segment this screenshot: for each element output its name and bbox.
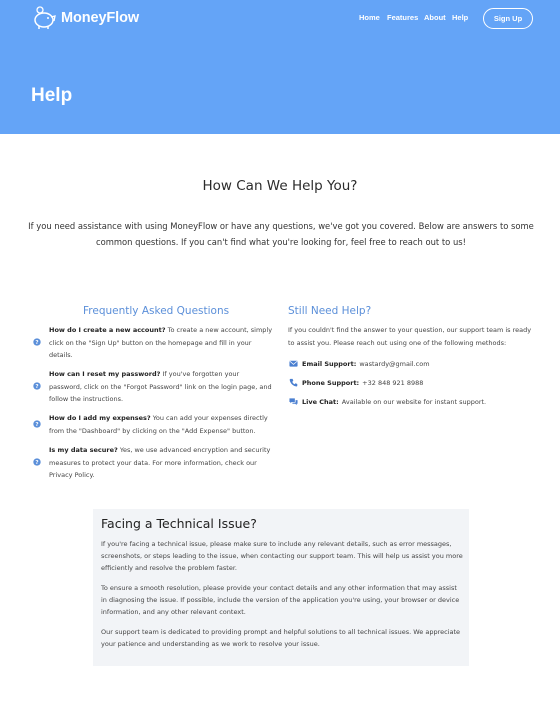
- faq-title: Frequently Asked Questions: [83, 305, 230, 317]
- page-title: Help: [31, 85, 73, 106]
- nav-about[interactable]: About: [424, 13, 446, 22]
- technical-issue-paragraph: If you're facing a technical issue, plea…: [101, 540, 463, 572]
- phone-support[interactable]: Phone Support: +32 848 921 8988: [289, 378, 423, 387]
- nav-help[interactable]: Help: [452, 13, 468, 22]
- technical-issue-panel: Facing a Technical Issue? If you're faci…: [93, 509, 469, 666]
- question-icon: ?: [33, 382, 41, 390]
- nav-features[interactable]: Features: [387, 13, 418, 22]
- faq-question: How do I create a new account?: [49, 326, 166, 334]
- svg-text:?: ?: [35, 422, 38, 428]
- email-support-value[interactable]: wastardy@gmail.com: [359, 360, 429, 368]
- faq-item: ? How can I reset my password? If you've…: [33, 368, 273, 408]
- brand-name: MoneyFlow: [61, 10, 140, 26]
- svg-text:?: ?: [35, 460, 38, 466]
- question-icon: ?: [33, 458, 41, 466]
- email-support-label: Email Support:: [302, 359, 357, 368]
- faq-question: Is my data secure?: [49, 446, 118, 454]
- faq-question: How do I add my expenses?: [49, 414, 151, 422]
- live-chat[interactable]: Live Chat: Available on our website for …: [289, 397, 486, 406]
- intro-title: How Can We Help You?: [202, 178, 358, 194]
- intro-text: If you need assistance with using MoneyF…: [28, 221, 534, 247]
- question-icon: ?: [33, 420, 41, 428]
- phone-icon: [289, 378, 298, 387]
- faq-list: ? How do I create a new account? To crea…: [33, 324, 273, 488]
- chat-icon: [289, 398, 298, 406]
- live-chat-label: Live Chat:: [302, 397, 339, 406]
- live-chat-value: Available on our website for instant sup…: [341, 397, 487, 406]
- nav-home[interactable]: Home: [359, 13, 380, 22]
- faq-item: ? How do I add my expenses? You can add …: [33, 412, 273, 440]
- svg-text:?: ?: [35, 340, 38, 346]
- signup-button[interactable]: Sign Up: [483, 8, 533, 29]
- phone-support-label: Phone Support:: [302, 378, 360, 387]
- faq-item: ? Is my data secure? Yes, we use advance…: [33, 444, 273, 484]
- svg-text:?: ?: [35, 384, 38, 390]
- support-title: Still Need Help?: [288, 305, 372, 317]
- faq-question: How can I reset my password?: [49, 370, 161, 378]
- piggy-bank-icon: [34, 6, 56, 29]
- envelope-icon: [289, 360, 298, 367]
- technical-issue-title: Facing a Technical Issue?: [101, 516, 257, 531]
- technical-issue-paragraph: To ensure a smooth resolution, please pr…: [101, 584, 460, 616]
- brand-logo[interactable]: MoneyFlow: [31, 6, 139, 30]
- question-icon: ?: [33, 338, 41, 346]
- email-support[interactable]: Email Support: wastardy@gmail.com: [289, 359, 430, 368]
- faq-item: ? How do I create a new account? To crea…: [33, 324, 273, 364]
- support-text: If you couldn't find the answer to your …: [288, 326, 532, 347]
- site-header: MoneyFlow Home Features About Help Sign …: [0, 0, 560, 134]
- technical-issue-paragraph: Our support team is dedicated to providi…: [101, 628, 461, 648]
- phone-support-value[interactable]: +32 848 921 8988: [362, 379, 423, 387]
